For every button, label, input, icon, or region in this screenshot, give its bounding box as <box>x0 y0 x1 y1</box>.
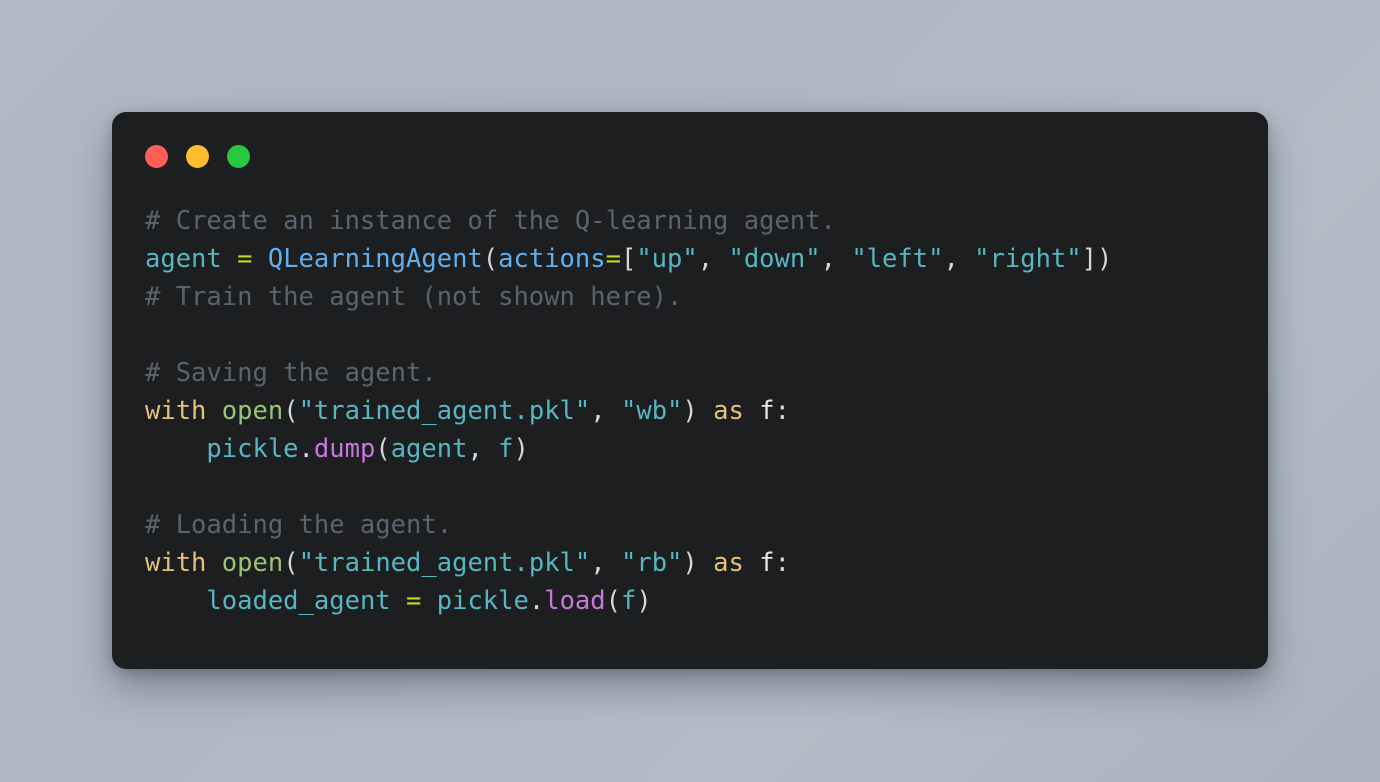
code-token: # Create an instance of the Q-learning a… <box>145 206 836 236</box>
code-token: ( <box>482 244 499 274</box>
code-token: : <box>774 396 790 426</box>
code-token: , <box>590 548 621 578</box>
code-token: QLearningAgent <box>267 244 483 274</box>
code-token: load <box>544 586 606 616</box>
code-token: "wb" <box>620 396 683 426</box>
code-token: = <box>605 244 621 274</box>
code-line: loaded_agent = pickle.load(f) <box>145 582 1268 620</box>
code-token: f <box>759 396 775 426</box>
code-token: ( <box>283 548 299 578</box>
code-token: . <box>298 434 314 464</box>
code-token: open <box>221 396 284 426</box>
code-token: ) <box>513 434 529 464</box>
code-token: "right" <box>974 244 1082 274</box>
code-token: ]) <box>1081 244 1113 274</box>
code-token: "trained_agent.pkl" <box>298 548 591 578</box>
code-token: dump <box>313 434 376 464</box>
code-token: . <box>528 586 545 616</box>
code-token: : <box>774 548 790 578</box>
code-token: "left" <box>851 244 944 274</box>
code-line: with open("trained_agent.pkl", "wb") as … <box>145 392 1268 430</box>
code-token: f <box>621 586 637 616</box>
code-line: with open("trained_agent.pkl", "rb") as … <box>145 544 1268 582</box>
code-line: # Create an instance of the Q-learning a… <box>145 202 1268 240</box>
code-token: , <box>590 396 621 426</box>
maximize-icon[interactable] <box>227 145 250 168</box>
code-token: [ <box>620 244 637 274</box>
code-token: "up" <box>636 244 698 274</box>
code-token: actions <box>498 244 606 274</box>
code-token: agent <box>390 434 468 464</box>
code-token: # Loading the agent. <box>145 510 453 540</box>
code-token: , <box>943 244 975 274</box>
code-token: ) <box>682 396 698 426</box>
code-token: as <box>713 396 744 426</box>
code-token: , <box>697 244 729 274</box>
code-token: agent <box>145 244 222 274</box>
code-token: with <box>145 396 207 426</box>
code-token: ) <box>636 586 652 616</box>
window-titlebar <box>112 112 1268 202</box>
code-token: open <box>221 548 284 578</box>
code-token: = <box>406 586 422 616</box>
code-token: f <box>759 548 775 578</box>
code-token: as <box>713 548 744 578</box>
code-token: "rb" <box>620 548 683 578</box>
close-icon[interactable] <box>145 145 168 168</box>
code-line: pickle.dump(agent, f) <box>145 430 1268 468</box>
code-token: with <box>145 548 207 578</box>
code-line: # Loading the agent. <box>145 506 1268 544</box>
code-token: f <box>498 434 514 464</box>
code-token: pickle <box>206 434 299 464</box>
code-snippet-window: # Create an instance of the Q-learning a… <box>112 112 1268 669</box>
code-token: ( <box>283 396 299 426</box>
code-block[interactable]: # Create an instance of the Q-learning a… <box>112 202 1268 620</box>
code-token: ( <box>605 586 621 616</box>
code-line: # Train the agent (not shown here). <box>145 278 1268 316</box>
code-token: ( <box>375 434 391 464</box>
code-token: "down" <box>728 244 821 274</box>
code-token: # Train the agent (not shown here). <box>145 282 683 312</box>
code-token: # Saving the agent. <box>145 358 437 388</box>
minimize-icon[interactable] <box>186 145 209 168</box>
code-token: loaded_agent <box>206 586 391 616</box>
code-token: , <box>820 244 852 274</box>
code-line: agent = QLearningAgent(actions=["up", "d… <box>145 240 1268 278</box>
code-line: # Saving the agent. <box>145 354 1268 392</box>
code-token: ) <box>682 548 698 578</box>
code-token: , <box>467 434 499 464</box>
code-token: "trained_agent.pkl" <box>298 396 591 426</box>
code-token: pickle <box>436 586 529 616</box>
code-token: = <box>237 244 253 274</box>
